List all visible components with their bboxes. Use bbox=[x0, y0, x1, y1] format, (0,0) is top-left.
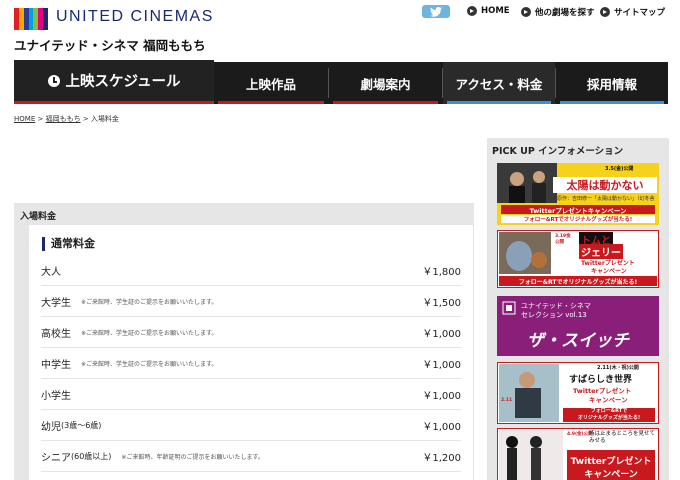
price-category: シニア bbox=[41, 452, 71, 464]
pricing-table: 通常料金 大人 ￥1,800 大学生 ※ご来館時、学生証のご提示をお願いいたしま… bbox=[29, 225, 473, 480]
banner-follow: フォロー&RTでオリジナルグッズが当たる! bbox=[563, 408, 655, 421]
pickup-banner-taiyo[interactable]: 3.5(金)公開 太陽は動かない 原作：吉田修一「太陽は動かない」（幻冬舎文庫）… bbox=[497, 163, 659, 225]
arrow-circle-icon bbox=[600, 7, 610, 17]
breadcrumb: HOME > 福岡ももち > 入場料金 bbox=[14, 114, 119, 124]
price-category: 高校生 bbox=[41, 328, 71, 340]
price-value: ￥1,000 bbox=[422, 359, 461, 371]
nav-underline bbox=[218, 101, 324, 104]
price-age-range: (3歳〜6歳) bbox=[61, 420, 102, 430]
nav-recruit-label: 採用情報 bbox=[586, 76, 637, 92]
section-title: 通常料金 bbox=[42, 237, 95, 251]
banner-title-b: ジェリー bbox=[579, 244, 623, 259]
price-value: ￥1,800 bbox=[422, 266, 461, 278]
banner-date: 3.5(金)公開 bbox=[605, 166, 634, 172]
price-note: ※ご来館時、学生証のご提示をお願いいたします。 bbox=[81, 360, 218, 368]
price-value: ￥1,200 bbox=[422, 452, 461, 464]
price-value: ￥1,500 bbox=[422, 297, 461, 309]
banner-campaign: Twitterプレゼントキャンペーン bbox=[529, 207, 627, 215]
price-value: ￥1,000 bbox=[422, 421, 461, 433]
nav-recruit[interactable]: 採用情報 bbox=[556, 62, 668, 104]
pickup-title: PICK UP インフォメーション bbox=[492, 146, 624, 157]
breadcrumb-home[interactable]: HOME bbox=[14, 115, 35, 123]
nav-movies-label: 上映作品 bbox=[245, 76, 296, 92]
theater-name: ユナイテッド・シネマ 福岡ももち bbox=[14, 38, 206, 53]
price-age-range: (60歳以上) bbox=[71, 451, 112, 461]
pickup-banner-the-switch[interactable]: ユナイテッド・シネマ セレクション vol.13 ザ・スイッチ bbox=[497, 296, 659, 356]
banner-follow-a: フォロー&RTで bbox=[590, 408, 628, 414]
banner-campaign-b: キャンペーン bbox=[584, 470, 638, 480]
banner-title: 時は止まるところを見せてみせる bbox=[589, 431, 656, 444]
nav-underline bbox=[447, 101, 551, 104]
nav-theater-info-label: 劇場案内 bbox=[360, 76, 411, 92]
sitemap-label: サイトマップ bbox=[614, 8, 666, 18]
price-row: 小学生 ￥1,000 bbox=[41, 379, 461, 410]
global-nav: 上映スケジュール 上映作品 劇場案内 アクセス・料金 採用情報 bbox=[14, 60, 668, 104]
find-theater-label: 他の劇場を探す bbox=[535, 8, 595, 18]
nav-underline bbox=[333, 101, 438, 104]
banner-title: ザ・スイッチ bbox=[527, 331, 629, 351]
breadcrumb-separator: > bbox=[35, 115, 46, 123]
banner-date: 3.19金公開 bbox=[555, 234, 571, 245]
breadcrumb-current: 入場料金 bbox=[90, 115, 119, 123]
price-row: 大学生 ※ご来館時、学生証のご提示をお願いいたします。 ￥1,500 bbox=[41, 286, 461, 317]
breadcrumb-theater[interactable]: 福岡ももち bbox=[46, 115, 81, 123]
arrow-circle-icon bbox=[521, 7, 531, 17]
banner-follow-b: オリジナルグッズが当たる! bbox=[577, 414, 641, 421]
price-row: 大人 ￥1,800 bbox=[41, 255, 461, 286]
banner-credit: 原作：吉田修一「太陽は動かない」（幻冬舎文庫）©2020「太陽は動かない」製作委… bbox=[557, 196, 655, 202]
clock-icon bbox=[47, 74, 60, 87]
price-category: 大人 bbox=[41, 266, 61, 278]
sitemap-link[interactable]: サイトマップ bbox=[600, 6, 665, 18]
price-category: 大学生 bbox=[41, 297, 71, 309]
banner-release: 2.11 bbox=[501, 398, 513, 403]
breadcrumb-separator: > bbox=[80, 115, 91, 123]
find-theater-link[interactable]: 他の劇場を探す bbox=[521, 6, 595, 18]
logo-mark[interactable] bbox=[14, 8, 49, 30]
arrow-circle-icon bbox=[467, 6, 477, 16]
home-link-label: HOME bbox=[481, 6, 510, 16]
price-note: ※ご来館時、学生証のご提示をお願いいたします。 bbox=[81, 329, 218, 337]
pickup-banner-subarashiki[interactable]: 2.11 2.11(木・祝)公開 すばらしき世界 Twitterプレゼント キャ… bbox=[497, 362, 659, 424]
banner-follow: フォロー&RTでオリジナルグッズが当たる! bbox=[523, 217, 633, 223]
banner-title: 太陽は動かない bbox=[566, 179, 644, 192]
nav-schedule-label: 上映スケジュール bbox=[65, 74, 181, 90]
twitter-button[interactable] bbox=[422, 5, 450, 18]
panel-title: 入場料金 bbox=[20, 212, 57, 222]
price-row: 高校生 ※ご来館時、学生証のご提示をお願いいたします。 ￥1,000 bbox=[41, 317, 461, 348]
home-link[interactable]: HOME bbox=[467, 6, 510, 16]
pickup-banner-toki[interactable]: 4.9(金)公開 時は止まるところを見せてみせる Twitterプレゼント キャ… bbox=[497, 428, 659, 480]
price-row: 幼児 (3歳〜6歳) ￥1,000 bbox=[41, 410, 461, 441]
banner-title: すばらしき世界 bbox=[569, 375, 633, 385]
banner-follow: フォロー&RTでオリジナルグッズが当たる! bbox=[518, 279, 638, 286]
price-row: シニア (60歳以上) ※ご来館時、年齢証明のご提示をお願いいたします。 ￥1,… bbox=[41, 441, 461, 472]
twitter-bird-icon bbox=[430, 6, 442, 17]
banner-campaign-b: キャンペーン bbox=[589, 396, 628, 404]
logo-stripe bbox=[43, 8, 49, 30]
nav-access-fee[interactable]: アクセス・料金 bbox=[443, 62, 555, 104]
banner-campaign-a: Twitterプレゼント bbox=[570, 457, 652, 467]
nav-theater-info[interactable]: 劇場案内 bbox=[329, 62, 442, 104]
price-value: ￥1,000 bbox=[422, 328, 461, 340]
logo-text[interactable]: UNITED CINEMAS bbox=[56, 8, 214, 26]
nav-underline bbox=[560, 101, 664, 104]
price-value: ￥1,000 bbox=[422, 390, 461, 402]
banner-date: 2.11(木・祝)公開 bbox=[597, 365, 639, 371]
price-category: 中学生 bbox=[41, 359, 71, 371]
banner-campaign-b: キャンペーン bbox=[591, 268, 627, 275]
price-category: 小学生 bbox=[41, 390, 71, 402]
price-note: ※ご来館時、学生証のご提示をお願いいたします。 bbox=[81, 298, 218, 306]
price-category: 幼児 bbox=[41, 421, 61, 433]
nav-access-fee-label: アクセス・料金 bbox=[455, 76, 543, 92]
pickup-banner-tom-jerry[interactable]: 3.19金公開 トムと ジェリー Twitterプレゼント キャンペーン フォロ… bbox=[497, 230, 659, 288]
pickup-sidebar: PICK UP インフォメーション 3.5(金)公開 太陽は動かない 原作：吉田… bbox=[487, 138, 669, 480]
banner-line2: セレクション vol.13 bbox=[521, 311, 587, 319]
nav-movies[interactable]: 上映作品 bbox=[214, 62, 328, 104]
price-note: ※ご来館時、年齢証明のご提示をお願いいたします。 bbox=[121, 453, 264, 461]
price-row: 中学生 ※ご来館時、学生証のご提示をお願いいたします。 ￥1,000 bbox=[41, 348, 461, 379]
nav-schedule[interactable]: 上映スケジュール bbox=[14, 60, 214, 104]
